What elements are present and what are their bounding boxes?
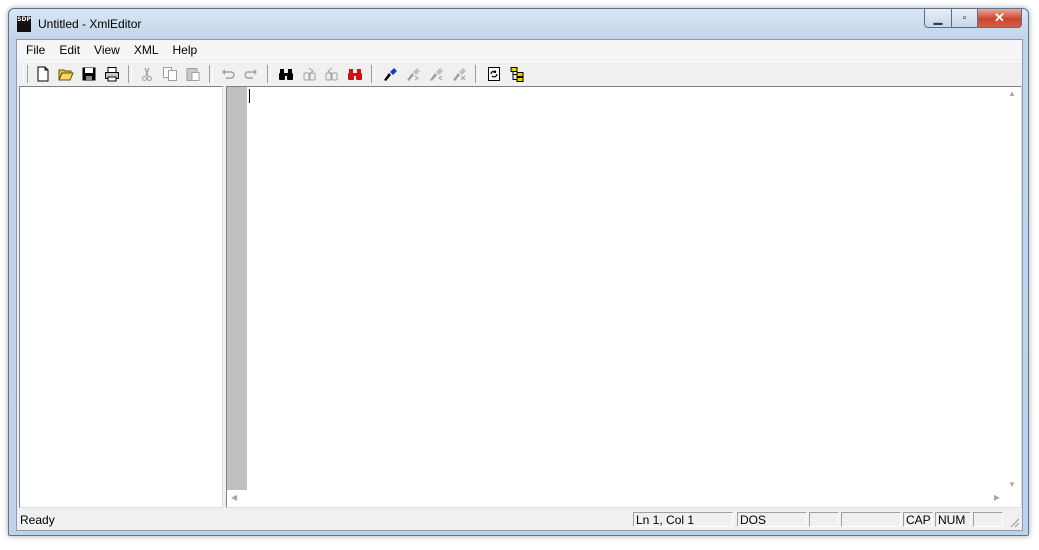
toolbar-grip[interactable] [23,65,28,83]
toggle-bookmark-button[interactable] [379,64,400,84]
toolbar-separator [209,65,213,83]
save-icon [82,67,95,81]
horizontal-scrollbar[interactable]: ◀ ▶ [227,490,1004,507]
scroll-up-icon[interactable]: ▲ [1008,89,1016,98]
menu-bar: File Edit View XML Help [17,40,1022,60]
tree-view-button[interactable] [506,64,527,84]
next-bookmark-icon [406,68,420,81]
next-bookmark-button[interactable] [402,64,423,84]
print-icon [104,67,119,82]
clear-bookmarks-button[interactable] [448,64,469,84]
menu-help[interactable]: Help [166,42,205,58]
status-empty-pane [973,512,1003,527]
client-area: File Edit View XML Help ▲ ▼ ◀ ▶ Ready Ln… [16,39,1023,531]
find-next-icon [303,67,315,81]
status-empty-pane [809,512,839,527]
status-empty-pane [841,512,901,527]
status-message: Ready [20,513,55,527]
print-button[interactable] [101,64,122,84]
menu-xml[interactable]: XML [127,42,166,58]
undo-button[interactable] [217,64,238,84]
toolbar-separator [475,65,479,83]
window-controls: ▁ ▫ ✕ [924,9,1022,28]
previous-bookmark-icon [429,68,443,81]
paste-icon [186,68,199,81]
redo-button[interactable] [240,64,261,84]
scroll-down-icon[interactable]: ▼ [1008,480,1016,489]
app-icon[interactable]: SDP [17,16,31,32]
status-line-ending: DOS [737,512,807,527]
save-button[interactable] [78,64,99,84]
window-title: Untitled - XmlEditor [38,17,142,31]
tree-view-icon [510,67,523,82]
menu-edit[interactable]: Edit [52,42,87,58]
replace-button[interactable] [344,64,365,84]
find-icon [278,69,293,80]
status-num: NUM [935,512,971,527]
maximize-button[interactable]: ▫ [952,9,978,28]
minimize-button[interactable]: ▁ [924,9,952,28]
undo-icon [221,69,235,79]
cut-button[interactable] [136,64,157,84]
new-button[interactable] [32,64,53,84]
xml-tree-view[interactable] [19,86,223,508]
open-folder-icon [57,69,74,81]
minimize-icon: ▁ [933,12,943,25]
text-caret [249,89,250,103]
vertical-scrollbar[interactable]: ▲ ▼ [1004,87,1021,491]
app-window: SDP Untitled - XmlEditor ▁ ▫ ✕ File Edit… [8,8,1029,536]
status-cap: CAP [903,512,933,527]
copy-button[interactable] [159,64,180,84]
toolbar-separator [371,65,375,83]
close-button[interactable]: ✕ [978,9,1022,28]
find-previous-button[interactable] [321,64,342,84]
toolbar [19,61,1022,87]
paste-button[interactable] [182,64,203,84]
find-previous-icon [325,67,337,81]
toggle-bookmark-icon [383,68,397,81]
find-next-button[interactable] [298,64,319,84]
resize-grip-icon[interactable] [1008,516,1020,528]
line-gutter[interactable] [227,87,247,506]
status-bar: Ready Ln 1, Col 1 DOS CAP NUM [17,510,1022,530]
redo-icon [243,69,257,79]
scroll-left-icon[interactable]: ◀ [231,493,237,502]
maximize-icon: ▫ [962,12,967,24]
scroll-right-icon[interactable]: ▶ [994,493,1000,502]
menu-file[interactable]: File [19,42,52,58]
open-button[interactable] [55,64,76,84]
clear-bookmarks-icon [452,68,466,81]
copy-icon [162,67,177,81]
toolbar-separator [267,65,271,83]
find-button[interactable] [275,64,296,84]
close-icon: ✕ [994,10,1005,25]
title-bar[interactable]: SDP Untitled - XmlEditor ▁ ▫ ✕ [9,9,1028,39]
editor-pane[interactable]: ▲ ▼ ◀ ▶ [226,86,1022,508]
status-position: Ln 1, Col 1 [633,512,733,527]
previous-bookmark-button[interactable] [425,64,446,84]
refresh-button[interactable] [483,64,504,84]
replace-icon [347,69,362,80]
toolbar-separator [128,65,132,83]
cut-icon [141,67,152,81]
menu-view[interactable]: View [87,42,127,58]
scrollbar-corner [1004,490,1021,507]
refresh-icon [487,67,500,81]
new-document-icon [37,66,48,82]
